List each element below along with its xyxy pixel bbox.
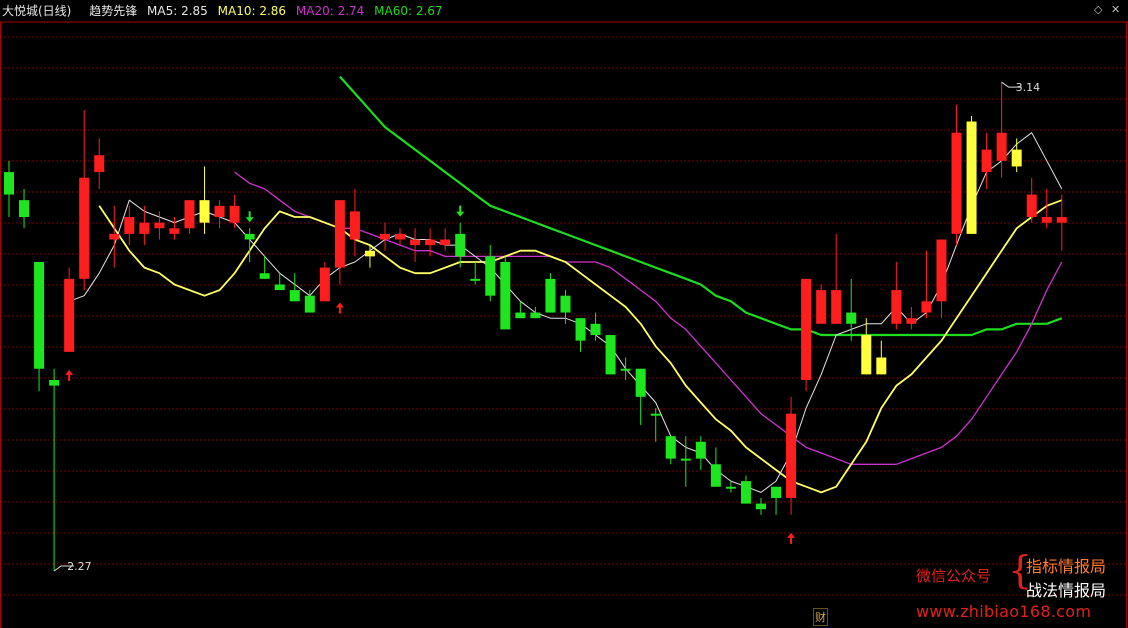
- candle-body: [304, 295, 315, 313]
- candle-body: [289, 290, 300, 302]
- ma20-readout: MA20: 2.74: [295, 4, 365, 18]
- candle-body: [816, 290, 827, 324]
- candle-body: [1026, 194, 1037, 218]
- candle-body: [139, 222, 150, 234]
- candle-body: [244, 233, 255, 240]
- buy-arrow-icon: [65, 369, 74, 381]
- sell-arrow-icon: [245, 211, 254, 223]
- candle-body: [861, 335, 872, 375]
- candle-body: [876, 357, 887, 375]
- candle-body: [214, 205, 225, 218]
- candle-body: [425, 239, 436, 246]
- ma60-readout: MA60: 2.67: [374, 4, 443, 18]
- candle-body: [229, 205, 240, 223]
- candle-body: [605, 335, 616, 375]
- candle-body: [936, 239, 947, 302]
- candle-body: [1041, 217, 1052, 223]
- candle-body: [184, 200, 195, 229]
- watermark-url: www.zhibiao168.com: [916, 602, 1092, 621]
- watermark: 微信公众号 { 指标情报局 战法情报局 www.zhibiao168.com: [916, 548, 1121, 622]
- candle-body: [500, 261, 511, 330]
- candle-body: [786, 413, 797, 498]
- candle-body: [650, 413, 661, 416]
- candle-body: [440, 239, 451, 246]
- candle-body: [199, 200, 210, 223]
- candle-body: [455, 233, 466, 257]
- buy-arrow-icon: [335, 302, 344, 314]
- close-icon[interactable]: ✕: [1111, 3, 1120, 16]
- low-label: 2.27: [67, 560, 92, 573]
- candle-body: [590, 323, 601, 336]
- candle-body: [515, 312, 526, 319]
- candle-body: [1056, 217, 1067, 223]
- candle-body: [64, 278, 75, 352]
- sell-arrow-icon: [456, 205, 465, 217]
- high-label: 3.14: [1016, 81, 1041, 94]
- ma5-readout: MA5: 2.85: [147, 4, 208, 18]
- candle-body: [771, 486, 782, 498]
- candle-body: [485, 256, 496, 296]
- candle-body: [94, 155, 105, 173]
- candle-body: [530, 312, 541, 319]
- candle-body: [846, 312, 857, 324]
- candle-body: [109, 233, 120, 240]
- chart-header: 大悦城(日线) 趋势先锋 MA5: 2.85 MA10: 2.86 MA20: …: [0, 0, 1128, 22]
- candle-body: [4, 172, 14, 195]
- stock-title[interactable]: 大悦城(日线): [2, 4, 71, 18]
- diamond-icon[interactable]: ◇: [1094, 3, 1102, 16]
- candle-body: [921, 301, 932, 313]
- candle-body: [395, 233, 406, 240]
- candle-body: [695, 441, 706, 459]
- candle-body: [470, 278, 481, 281]
- finance-badge[interactable]: 财: [813, 608, 828, 626]
- candle-body: [801, 278, 812, 380]
- candle-body: [410, 239, 421, 246]
- watermark-right-top: 指标情报局: [1026, 557, 1107, 576]
- candle-body: [635, 368, 646, 397]
- candle-body: [274, 284, 285, 291]
- candle-body: [49, 379, 60, 386]
- candle-body: [34, 261, 45, 369]
- candle-body: [169, 228, 180, 234]
- candle-body: [319, 267, 330, 302]
- candle-body: [124, 217, 135, 234]
- candle-body: [996, 132, 1007, 161]
- candle-body: [1011, 149, 1022, 167]
- candle-body: [154, 222, 165, 229]
- candle-body: [79, 177, 90, 279]
- candle-body: [380, 233, 390, 240]
- candle-body: [259, 273, 270, 279]
- candle-body: [545, 278, 556, 313]
- watermark-right-bottom: 战法情报局: [1026, 581, 1107, 600]
- candle-body: [831, 290, 842, 324]
- candle-body: [906, 318, 917, 324]
- candle-body: [364, 250, 375, 257]
- candle-body: [575, 318, 586, 341]
- indicator-name[interactable]: 趋势先锋: [89, 4, 137, 18]
- buy-arrow-icon: [787, 532, 796, 544]
- candle-body: [710, 464, 721, 487]
- candle-body: [665, 436, 676, 459]
- candle-body: [560, 295, 571, 313]
- candle-body: [891, 290, 902, 324]
- candle-body: [19, 200, 30, 218]
- watermark-left: 微信公众号: [916, 567, 992, 585]
- candle-body: [951, 132, 962, 234]
- candle-body: [756, 503, 766, 510]
- ma10-readout: MA10: 2.86: [217, 4, 287, 18]
- candle-body: [334, 200, 345, 268]
- candle-body: [725, 486, 736, 489]
- candle-body: [349, 211, 360, 240]
- candle-body: [740, 481, 751, 504]
- candlestick-chart: 3.14 2.27: [0, 21, 1128, 628]
- candle-body: [620, 368, 631, 371]
- candle-body: [981, 149, 992, 173]
- candle-body: [966, 121, 977, 234]
- candle-body: [680, 458, 691, 461]
